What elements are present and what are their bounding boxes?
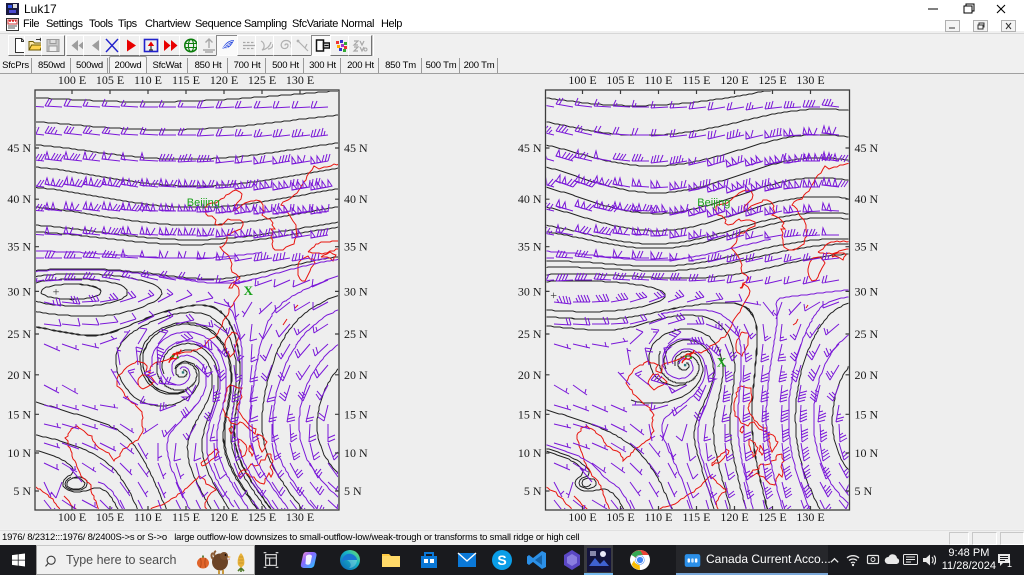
svg-text:30 N: 30 N bbox=[7, 284, 31, 298]
svg-text:30 N: 30 N bbox=[344, 284, 368, 298]
svg-text:20 N: 20 N bbox=[855, 368, 879, 382]
svg-text:5 N: 5 N bbox=[855, 484, 873, 498]
svg-text:10 N: 10 N bbox=[518, 446, 542, 460]
svg-text:125 E: 125 E bbox=[248, 73, 276, 87]
svg-text:110 E: 110 E bbox=[134, 73, 162, 87]
svg-text:5 N: 5 N bbox=[13, 484, 31, 498]
svg-text:110 E: 110 E bbox=[645, 73, 673, 87]
svg-text:120 E: 120 E bbox=[720, 510, 748, 524]
svg-text:120 E: 120 E bbox=[720, 73, 748, 87]
svg-text:45 N: 45 N bbox=[518, 141, 542, 155]
svg-text:125 E: 125 E bbox=[758, 510, 786, 524]
svg-text:40 N: 40 N bbox=[344, 192, 368, 206]
svg-text:125 E: 125 E bbox=[758, 73, 786, 87]
svg-text:105 E: 105 E bbox=[96, 73, 124, 87]
svg-text:30 N: 30 N bbox=[855, 284, 879, 298]
svg-text:X: X bbox=[244, 283, 254, 298]
svg-text:40 N: 40 N bbox=[855, 192, 879, 206]
svg-text:15 N: 15 N bbox=[855, 407, 879, 421]
svg-text:115 E: 115 E bbox=[172, 510, 200, 524]
svg-text:100 E: 100 E bbox=[568, 73, 596, 87]
svg-text:S: S bbox=[497, 552, 506, 568]
svg-text:+: + bbox=[550, 288, 557, 302]
svg-text:110 E: 110 E bbox=[134, 510, 162, 524]
svg-text:15 N: 15 N bbox=[7, 407, 31, 421]
svg-text:45 N: 45 N bbox=[855, 141, 879, 155]
svg-text:100 E: 100 E bbox=[568, 510, 596, 524]
svg-text:5 N: 5 N bbox=[524, 484, 542, 498]
svg-text:Beijing: Beijing bbox=[697, 197, 730, 209]
svg-text:115 E: 115 E bbox=[172, 73, 200, 87]
svg-text:100 E: 100 E bbox=[58, 510, 86, 524]
svg-text:X: X bbox=[717, 355, 727, 370]
svg-text:10 N: 10 N bbox=[855, 446, 879, 460]
svg-text:105 E: 105 E bbox=[606, 510, 634, 524]
svg-text:40 N: 40 N bbox=[518, 192, 542, 206]
svg-text:100 E: 100 E bbox=[58, 73, 86, 87]
svg-text:125 E: 125 E bbox=[248, 510, 276, 524]
svg-text:130 E: 130 E bbox=[286, 73, 314, 87]
svg-text:35 N: 35 N bbox=[518, 240, 542, 254]
svg-text:Beijing: Beijing bbox=[187, 197, 220, 209]
svg-text:110 E: 110 E bbox=[645, 510, 673, 524]
svg-text:130 E: 130 E bbox=[796, 73, 824, 87]
svg-text:10 N: 10 N bbox=[344, 446, 368, 460]
svg-text:115 E: 115 E bbox=[683, 73, 711, 87]
svg-text:40 N: 40 N bbox=[7, 192, 31, 206]
svg-text:45 N: 45 N bbox=[344, 141, 368, 155]
svg-text:30 N: 30 N bbox=[518, 284, 542, 298]
svg-text:+: + bbox=[53, 284, 60, 298]
svg-text:115 E: 115 E bbox=[683, 510, 711, 524]
svg-text:20 N: 20 N bbox=[7, 368, 31, 382]
svg-text:25 N: 25 N bbox=[855, 327, 879, 341]
svg-text:25 N: 25 N bbox=[7, 327, 31, 341]
svg-text:5 N: 5 N bbox=[344, 484, 362, 498]
svg-text:15 N: 15 N bbox=[518, 407, 542, 421]
svg-text:25 N: 25 N bbox=[518, 327, 542, 341]
svg-text:35 N: 35 N bbox=[855, 240, 879, 254]
svg-text:130 E: 130 E bbox=[286, 510, 314, 524]
svg-text:130 E: 130 E bbox=[796, 510, 824, 524]
svg-text:45 N: 45 N bbox=[7, 141, 31, 155]
svg-text:20 N: 20 N bbox=[344, 368, 368, 382]
svg-text:25 N: 25 N bbox=[344, 327, 368, 341]
svg-text:15 N: 15 N bbox=[344, 407, 368, 421]
svg-text:20 N: 20 N bbox=[518, 368, 542, 382]
svg-text:35 N: 35 N bbox=[344, 240, 368, 254]
svg-text:10 N: 10 N bbox=[7, 446, 31, 460]
svg-text:120 E: 120 E bbox=[210, 510, 238, 524]
svg-text:120 E: 120 E bbox=[210, 73, 238, 87]
svg-text:105 E: 105 E bbox=[96, 510, 124, 524]
svg-text:35 N: 35 N bbox=[7, 240, 31, 254]
svg-text:105 E: 105 E bbox=[606, 73, 634, 87]
